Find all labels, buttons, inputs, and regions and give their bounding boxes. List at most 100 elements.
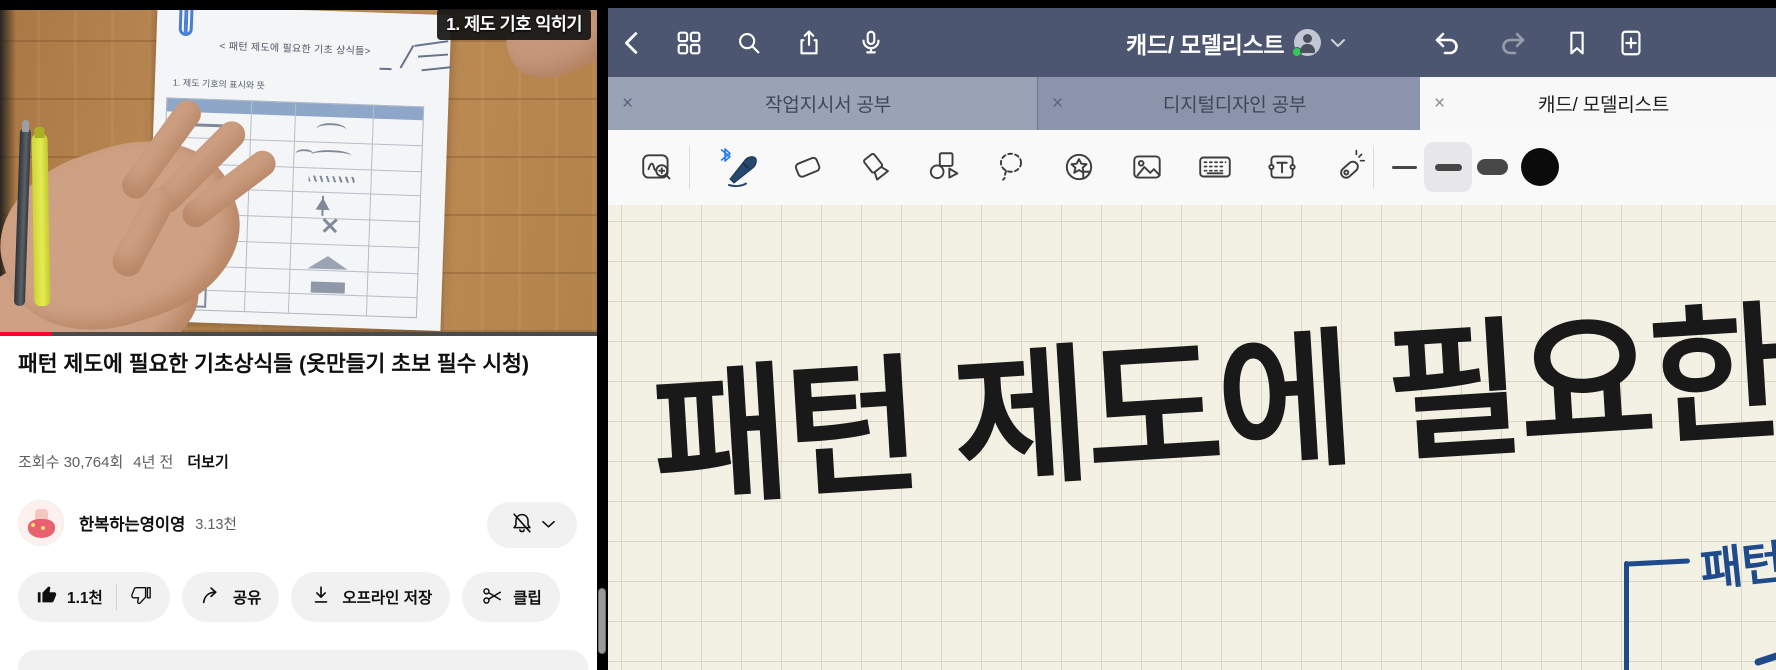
worksheet-subtitle: 1. 제도 기호의 표시와 뜻 — [173, 76, 265, 92]
handwritten-note-stroke — [418, 54, 448, 58]
video-progress-played — [0, 332, 52, 336]
share-export-button[interactable] — [792, 26, 826, 60]
video-player[interactable]: < 패턴 제도에 필요한 기초 상식들> 1. 제도 기호의 표시와 뜻 — [0, 0, 597, 336]
yellow-highlighter-pen — [32, 134, 51, 306]
notebook-title-dropdown[interactable]: 캐드/ 모델리스트 — [1126, 8, 1345, 77]
microphone-button[interactable] — [854, 26, 888, 60]
symbol-pleat — [308, 255, 348, 269]
handwritten-stroke-partial — [1754, 651, 1776, 667]
symbol-shirring — [309, 175, 355, 183]
highlighter-tool[interactable] — [853, 144, 899, 190]
bookmark-button[interactable] — [1560, 26, 1594, 60]
channel-name[interactable]: 한복하는영이영 — [79, 511, 185, 535]
video-title: 패턴 제도에 필요한 기초상식들 (옷만들기 초보 필수 시청) — [18, 350, 546, 379]
note-canvas[interactable]: 패턴 제도에 필요한 상식 패턴 — [608, 205, 1776, 670]
tab-label: 캐드/ 모델리스트 — [1445, 90, 1762, 117]
zoom-window-tool[interactable] — [634, 144, 680, 190]
tab-close-icon[interactable]: × — [1434, 94, 1445, 113]
share-label: 공유 — [233, 586, 262, 608]
eraser-tool[interactable] — [785, 144, 831, 190]
pill-divider — [116, 584, 117, 610]
tab-label: 작업지시서 공부 — [633, 90, 1023, 117]
clip-button[interactable]: 클립 — [462, 572, 560, 622]
color-swatch-black[interactable] — [1516, 142, 1564, 192]
online-status-dot — [1292, 47, 1302, 57]
video-chapter-label: 1. 제도 기호 익히기 — [437, 9, 591, 40]
toolbar-separator — [689, 145, 690, 189]
handwritten-note-stroke — [422, 66, 452, 71]
thumb-up-icon — [36, 584, 58, 611]
chevron-down-icon — [1331, 38, 1345, 48]
upload-age: 4년 전 — [133, 451, 173, 472]
symbol-dart — [321, 196, 324, 216]
handwritten-note-stroke — [414, 40, 448, 47]
search-button[interactable] — [732, 26, 766, 60]
handwritten-annotation: 패턴 — [1697, 526, 1776, 600]
share-arrow-icon — [200, 583, 224, 612]
document-tab-bar: × 작업지시서 공부 × 디지털디자인 공부 × 캐드/ 모델리스트 — [608, 77, 1776, 130]
handwritten-headline: 패턴 제도에 필요한 상식 — [649, 281, 1776, 516]
like-count: 1.1천 — [67, 586, 103, 608]
grid-view-button[interactable] — [672, 26, 706, 60]
offline-save-label: 오프라인 저장 — [342, 586, 432, 608]
tab-close-icon[interactable]: × — [1052, 94, 1063, 113]
bluetooth-icon — [722, 149, 731, 161]
video-meta: 조회수 30,764회 4년 전 더보기 — [18, 451, 229, 472]
chevron-down-icon — [542, 516, 555, 534]
tab-digital-design[interactable]: × 디지털디자인 공부 — [1038, 77, 1420, 130]
redo-button[interactable] — [1496, 26, 1530, 60]
tab-work-instruction[interactable]: × 작업지시서 공부 — [608, 77, 1038, 130]
split-view-divider[interactable] — [597, 0, 608, 670]
scissors-icon — [480, 583, 504, 612]
video-action-bar: 1.1천 공유 오프라인 — [18, 572, 560, 622]
clip-label: 클립 — [513, 586, 542, 608]
split-screen: < 패턴 제도에 필요한 기초 상식들> 1. 제도 기호의 표시와 뜻 — [0, 0, 1776, 670]
channel-avatar[interactable] — [18, 500, 64, 546]
worksheet-title: < 패턴 제도에 필요한 기초 상식들> — [180, 36, 410, 59]
subscriber-count: 3.13천 — [195, 513, 237, 534]
video-progress-bar[interactable] — [0, 332, 597, 336]
thumb-down-icon — [130, 584, 152, 611]
offline-save-button[interactable]: 오프라인 저장 — [291, 572, 450, 622]
lasso-tool[interactable] — [988, 144, 1034, 190]
notifications-button[interactable] — [487, 502, 577, 548]
channel-row: 한복하는영이영 3.13천 — [18, 500, 237, 546]
bell-off-icon — [509, 510, 535, 541]
undo-button[interactable] — [1430, 26, 1464, 60]
collaborator-avatar — [1294, 29, 1321, 56]
scrollbar-handle[interactable] — [598, 588, 606, 654]
text-tool[interactable] — [1259, 144, 1305, 190]
view-count: 조회수 30,764회 — [18, 451, 123, 472]
blue-bracket-line — [1624, 561, 1629, 670]
add-page-button[interactable] — [1614, 26, 1648, 60]
stroke-width-medium-selected[interactable] — [1424, 142, 1472, 192]
symbol-arc — [316, 123, 346, 137]
share-button[interactable]: 공유 — [182, 572, 280, 622]
toolbar-separator — [1373, 145, 1374, 189]
notes-pane: 캐드/ 모델리스트 — [608, 0, 1776, 670]
stroke-width-thick[interactable] — [1468, 142, 1516, 192]
symbol-ease — [311, 149, 351, 160]
handwritten-note-stroke — [379, 68, 391, 70]
sticker-tool[interactable] — [1056, 144, 1102, 190]
back-button[interactable] — [616, 26, 650, 60]
youtube-pane: < 패턴 제도에 필요한 기초 상식들> 1. 제도 기호의 표시와 뜻 — [0, 0, 597, 670]
image-tool[interactable] — [1124, 144, 1170, 190]
tab-cad-modelist-active[interactable]: × 캐드/ 모델리스트 — [1420, 77, 1776, 130]
comments-section[interactable] — [18, 650, 588, 670]
tab-close-icon[interactable]: × — [622, 94, 633, 113]
like-dislike-button[interactable]: 1.1천 — [18, 572, 170, 622]
laser-pointer-tool[interactable] — [1327, 144, 1373, 190]
drawing-toolbar — [608, 130, 1776, 205]
stroke-width-thin[interactable] — [1380, 142, 1428, 192]
blue-bracket-line — [1626, 558, 1690, 566]
more-button[interactable]: 더보기 — [187, 451, 228, 472]
keyboard-tool[interactable] — [1192, 144, 1238, 190]
notebook-title: 캐드/ 모델리스트 — [1126, 26, 1284, 60]
notes-nav-bar: 캐드/ 모델리스트 — [608, 8, 1776, 77]
pen-tool-selected[interactable] — [717, 144, 763, 190]
shapes-tool[interactable] — [920, 144, 966, 190]
symbol-fill — [311, 281, 345, 293]
tab-label: 디지털디자인 공부 — [1063, 90, 1406, 117]
download-icon — [309, 583, 333, 612]
